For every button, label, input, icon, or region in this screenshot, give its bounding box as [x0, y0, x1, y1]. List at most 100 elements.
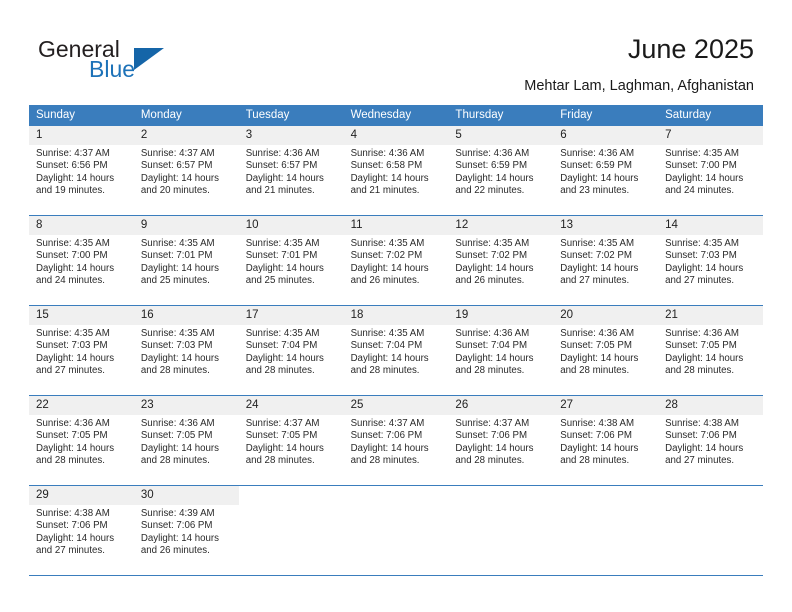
daylight-text-line2: and 28 minutes.: [36, 455, 105, 467]
sunrise-text: Sunrise: 4:35 AM: [36, 328, 110, 339]
day-number: 2: [133, 126, 239, 145]
day-number: 12: [448, 216, 554, 235]
sunrise-text: Sunrise: 4:37 AM: [455, 418, 530, 429]
day-number: 3: [238, 126, 344, 145]
daylight-text-line1: Daylight: 14 hours: [245, 442, 324, 454]
day-details: Sunrise: 4:36 AM Sunset: 7:05 PM Daylight:…: [553, 325, 658, 378]
day-number: [238, 486, 344, 505]
sunrise-text: Sunrise: 4:35 AM: [455, 238, 530, 249]
sunset-text: Sunset: 7:06 PM: [350, 430, 423, 442]
calendar-day-cell[interactable]: 8 Sunrise: 4:35 AM Sunset: 7:00 PM Daylight…: [29, 216, 134, 305]
sunset-text: Sunset: 7:00 PM: [665, 160, 737, 172]
calendar-day-cell[interactable]: 24 Sunrise: 4:37 AM Sunset: 7:05 PM Dayligh…: [238, 396, 344, 485]
calendar-day-cell[interactable]: 10 Sunrise: 4:35 AM Sunset: 7:01 PM Dayligh…: [238, 216, 344, 305]
day-number: 24: [238, 396, 344, 415]
calendar-day-cell[interactable]: 11 Sunrise: 4:35 AM Sunset: 7:02 PM Dayligh…: [343, 216, 449, 305]
calendar-day-cell[interactable]: 5 Sunrise: 4:36 AM Sunset: 6:59 PM Daylight…: [448, 126, 554, 215]
sunset-text: Sunset: 7:06 PM: [560, 430, 632, 442]
day-details: Sunrise: 4:38 AM Sunset: 7:06 PM Daylight:…: [658, 415, 763, 468]
daylight-text-line1: Daylight: 14 hours: [140, 172, 219, 184]
daylight-text-line2: and 28 minutes.: [455, 365, 525, 377]
sunrise-text: Sunrise: 4:37 AM: [350, 418, 425, 429]
day-details: [658, 505, 763, 508]
daylight-text-line1: Daylight: 14 hours: [140, 262, 219, 274]
day-details: Sunrise: 4:36 AM Sunset: 7:05 PM Daylight:…: [134, 415, 239, 468]
day-number: [343, 486, 449, 505]
calendar-day-cell[interactable]: 26 Sunrise: 4:37 AM Sunset: 7:06 PM Dayligh…: [448, 396, 554, 485]
sunset-text: Sunset: 6:57 PM: [245, 160, 318, 172]
logo-text-blue: Blue: [89, 56, 136, 82]
calendar-day-cell[interactable]: 2 Sunrise: 4:37 AM Sunset: 6:57 PM Daylight…: [133, 126, 239, 215]
sunrise-text: Sunrise: 4:36 AM: [245, 148, 320, 159]
sunrise-text: Sunrise: 4:35 AM: [245, 238, 320, 249]
daylight-text-line2: and 19 minutes.: [36, 185, 105, 197]
day-number: [448, 486, 554, 505]
page-title: June 2025: [627, 34, 754, 64]
sunset-text: Sunset: 7:06 PM: [665, 430, 737, 442]
sunset-text: Sunset: 7:04 PM: [455, 340, 528, 352]
sunrise-text: Sunrise: 4:36 AM: [560, 328, 635, 339]
calendar-day-cell[interactable]: 6 Sunrise: 4:36 AM Sunset: 6:59 PM Daylight…: [553, 126, 659, 215]
calendar-day-cell[interactable]: 17 Sunrise: 4:35 AM Sunset: 7:04 PM Dayligh…: [238, 306, 344, 395]
sunset-text: Sunset: 6:59 PM: [560, 160, 632, 172]
calendar-day-cell[interactable]: 25 Sunrise: 4:37 AM Sunset: 7:06 PM Dayligh…: [343, 396, 449, 485]
day-number: 9: [133, 216, 239, 235]
calendar-day-cell[interactable]: 1 Sunrise: 4:37 AM Sunset: 6:56 PM Daylight…: [29, 126, 134, 215]
calendar-day-cell[interactable]: 9 Sunrise: 4:35 AM Sunset: 7:01 PM Daylight…: [133, 216, 239, 305]
daylight-text-line1: Daylight: 14 hours: [455, 352, 534, 364]
calendar-day-cell[interactable]: 18 Sunrise: 4:35 AM Sunset: 7:04 PM Dayligh…: [343, 306, 449, 395]
day-number: 21: [658, 306, 763, 325]
weekday-header-row: Sunday Monday Tuesday Wednesday Thursday Frid…: [29, 105, 763, 126]
sunset-text: Sunset: 7:02 PM: [350, 250, 423, 262]
day-details: Sunrise: 4:37 AM Sunset: 7:05 PM Daylight:…: [239, 415, 344, 468]
daylight-text-line2: and 28 minutes.: [455, 455, 525, 467]
calendar-day-cell[interactable]: 16 Sunrise: 4:35 AM Sunset: 7:03 PM Dayligh…: [133, 306, 239, 395]
day-details: Sunrise: 4:37 AM Sunset: 7:06 PM Daylight:…: [344, 415, 449, 468]
calendar-day-cell[interactable]: 30 Sunrise: 4:39 AM Sunset: 7:06 PM Dayligh…: [133, 486, 239, 575]
day-details: Sunrise: 4:36 AM Sunset: 7:05 PM Daylight:…: [658, 325, 763, 378]
daylight-text-line1: Daylight: 14 hours: [245, 262, 324, 274]
day-details: Sunrise: 4:35 AM Sunset: 7:02 PM Daylight:…: [344, 235, 449, 288]
day-details: Sunrise: 4:35 AM Sunset: 7:03 PM Daylight:…: [134, 325, 239, 378]
daylight-text-line1: Daylight: 14 hours: [245, 352, 324, 364]
daylight-text-line2: and 28 minutes.: [140, 365, 210, 377]
calendar-day-cell[interactable]: 28 Sunrise: 4:38 AM Sunset: 7:06 PM Dayligh…: [658, 396, 763, 485]
sunset-text: Sunset: 7:04 PM: [245, 340, 318, 352]
sunset-text: Sunset: 7:02 PM: [560, 250, 632, 262]
calendar-week-row: 22 Sunrise: 4:36 AM Sunset: 7:05 PM Dayligh…: [29, 395, 763, 485]
calendar-day-cell[interactable]: 4 Sunrise: 4:36 AM Sunset: 6:58 PM Daylight…: [343, 126, 449, 215]
day-number: 13: [553, 216, 659, 235]
sunrise-text: Sunrise: 4:35 AM: [36, 238, 110, 249]
sunset-text: Sunset: 7:03 PM: [140, 340, 213, 352]
sunrise-text: Sunrise: 4:35 AM: [350, 328, 425, 339]
day-number: 17: [238, 306, 344, 325]
calendar-day-cell[interactable]: 7 Sunrise: 4:35 AM Sunset: 7:00 PM Daylight…: [658, 126, 763, 215]
daylight-text-line2: and 24 minutes.: [665, 185, 735, 197]
day-number: [658, 486, 763, 505]
calendar-day-cell[interactable]: 22 Sunrise: 4:36 AM Sunset: 7:05 PM Dayligh…: [29, 396, 134, 485]
daylight-text-line1: Daylight: 14 hours: [36, 172, 115, 184]
calendar-day-cell[interactable]: 13 Sunrise: 4:35 AM Sunset: 7:02 PM Dayligh…: [553, 216, 659, 305]
calendar-day-cell[interactable]: 23 Sunrise: 4:36 AM Sunset: 7:05 PM Dayligh…: [133, 396, 239, 485]
calendar-day-cell[interactable]: 20 Sunrise: 4:36 AM Sunset: 7:05 PM Dayligh…: [553, 306, 659, 395]
sunrise-text: Sunrise: 4:37 AM: [36, 148, 110, 159]
calendar-day-cell[interactable]: 19 Sunrise: 4:36 AM Sunset: 7:04 PM Dayligh…: [448, 306, 554, 395]
weekday-header-sunday: Sunday: [36, 109, 76, 121]
calendar-day-cell[interactable]: 21 Sunrise: 4:36 AM Sunset: 7:05 PM Dayligh…: [658, 306, 763, 395]
calendar-day-cell[interactable]: 14 Sunrise: 4:35 AM Sunset: 7:03 PM Dayligh…: [658, 216, 763, 305]
calendar-day-cell[interactable]: 15 Sunrise: 4:35 AM Sunset: 7:03 PM Dayligh…: [29, 306, 134, 395]
day-number: 18: [343, 306, 449, 325]
day-details: [344, 505, 449, 508]
day-details: Sunrise: 4:35 AM Sunset: 7:00 PM Daylight:…: [29, 235, 134, 288]
day-number: 26: [448, 396, 554, 415]
calendar-day-cell[interactable]: 12 Sunrise: 4:35 AM Sunset: 7:02 PM Dayligh…: [448, 216, 554, 305]
day-number: 6: [553, 126, 659, 145]
daylight-text-line2: and 21 minutes.: [350, 185, 420, 197]
calendar-day-cell[interactable]: 29 Sunrise: 4:38 AM Sunset: 7:06 PM Dayligh…: [29, 486, 134, 575]
calendar-day-cell[interactable]: 3 Sunrise: 4:36 AM Sunset: 6:57 PM Daylight…: [238, 126, 344, 215]
daylight-text-line2: and 28 minutes.: [245, 455, 315, 467]
calendar-day-cell[interactable]: 27 Sunrise: 4:38 AM Sunset: 7:06 PM Dayligh…: [553, 396, 659, 485]
daylight-text-line2: and 24 minutes.: [36, 275, 105, 287]
daylight-text-line1: Daylight: 14 hours: [36, 352, 115, 364]
day-number: [553, 486, 659, 505]
